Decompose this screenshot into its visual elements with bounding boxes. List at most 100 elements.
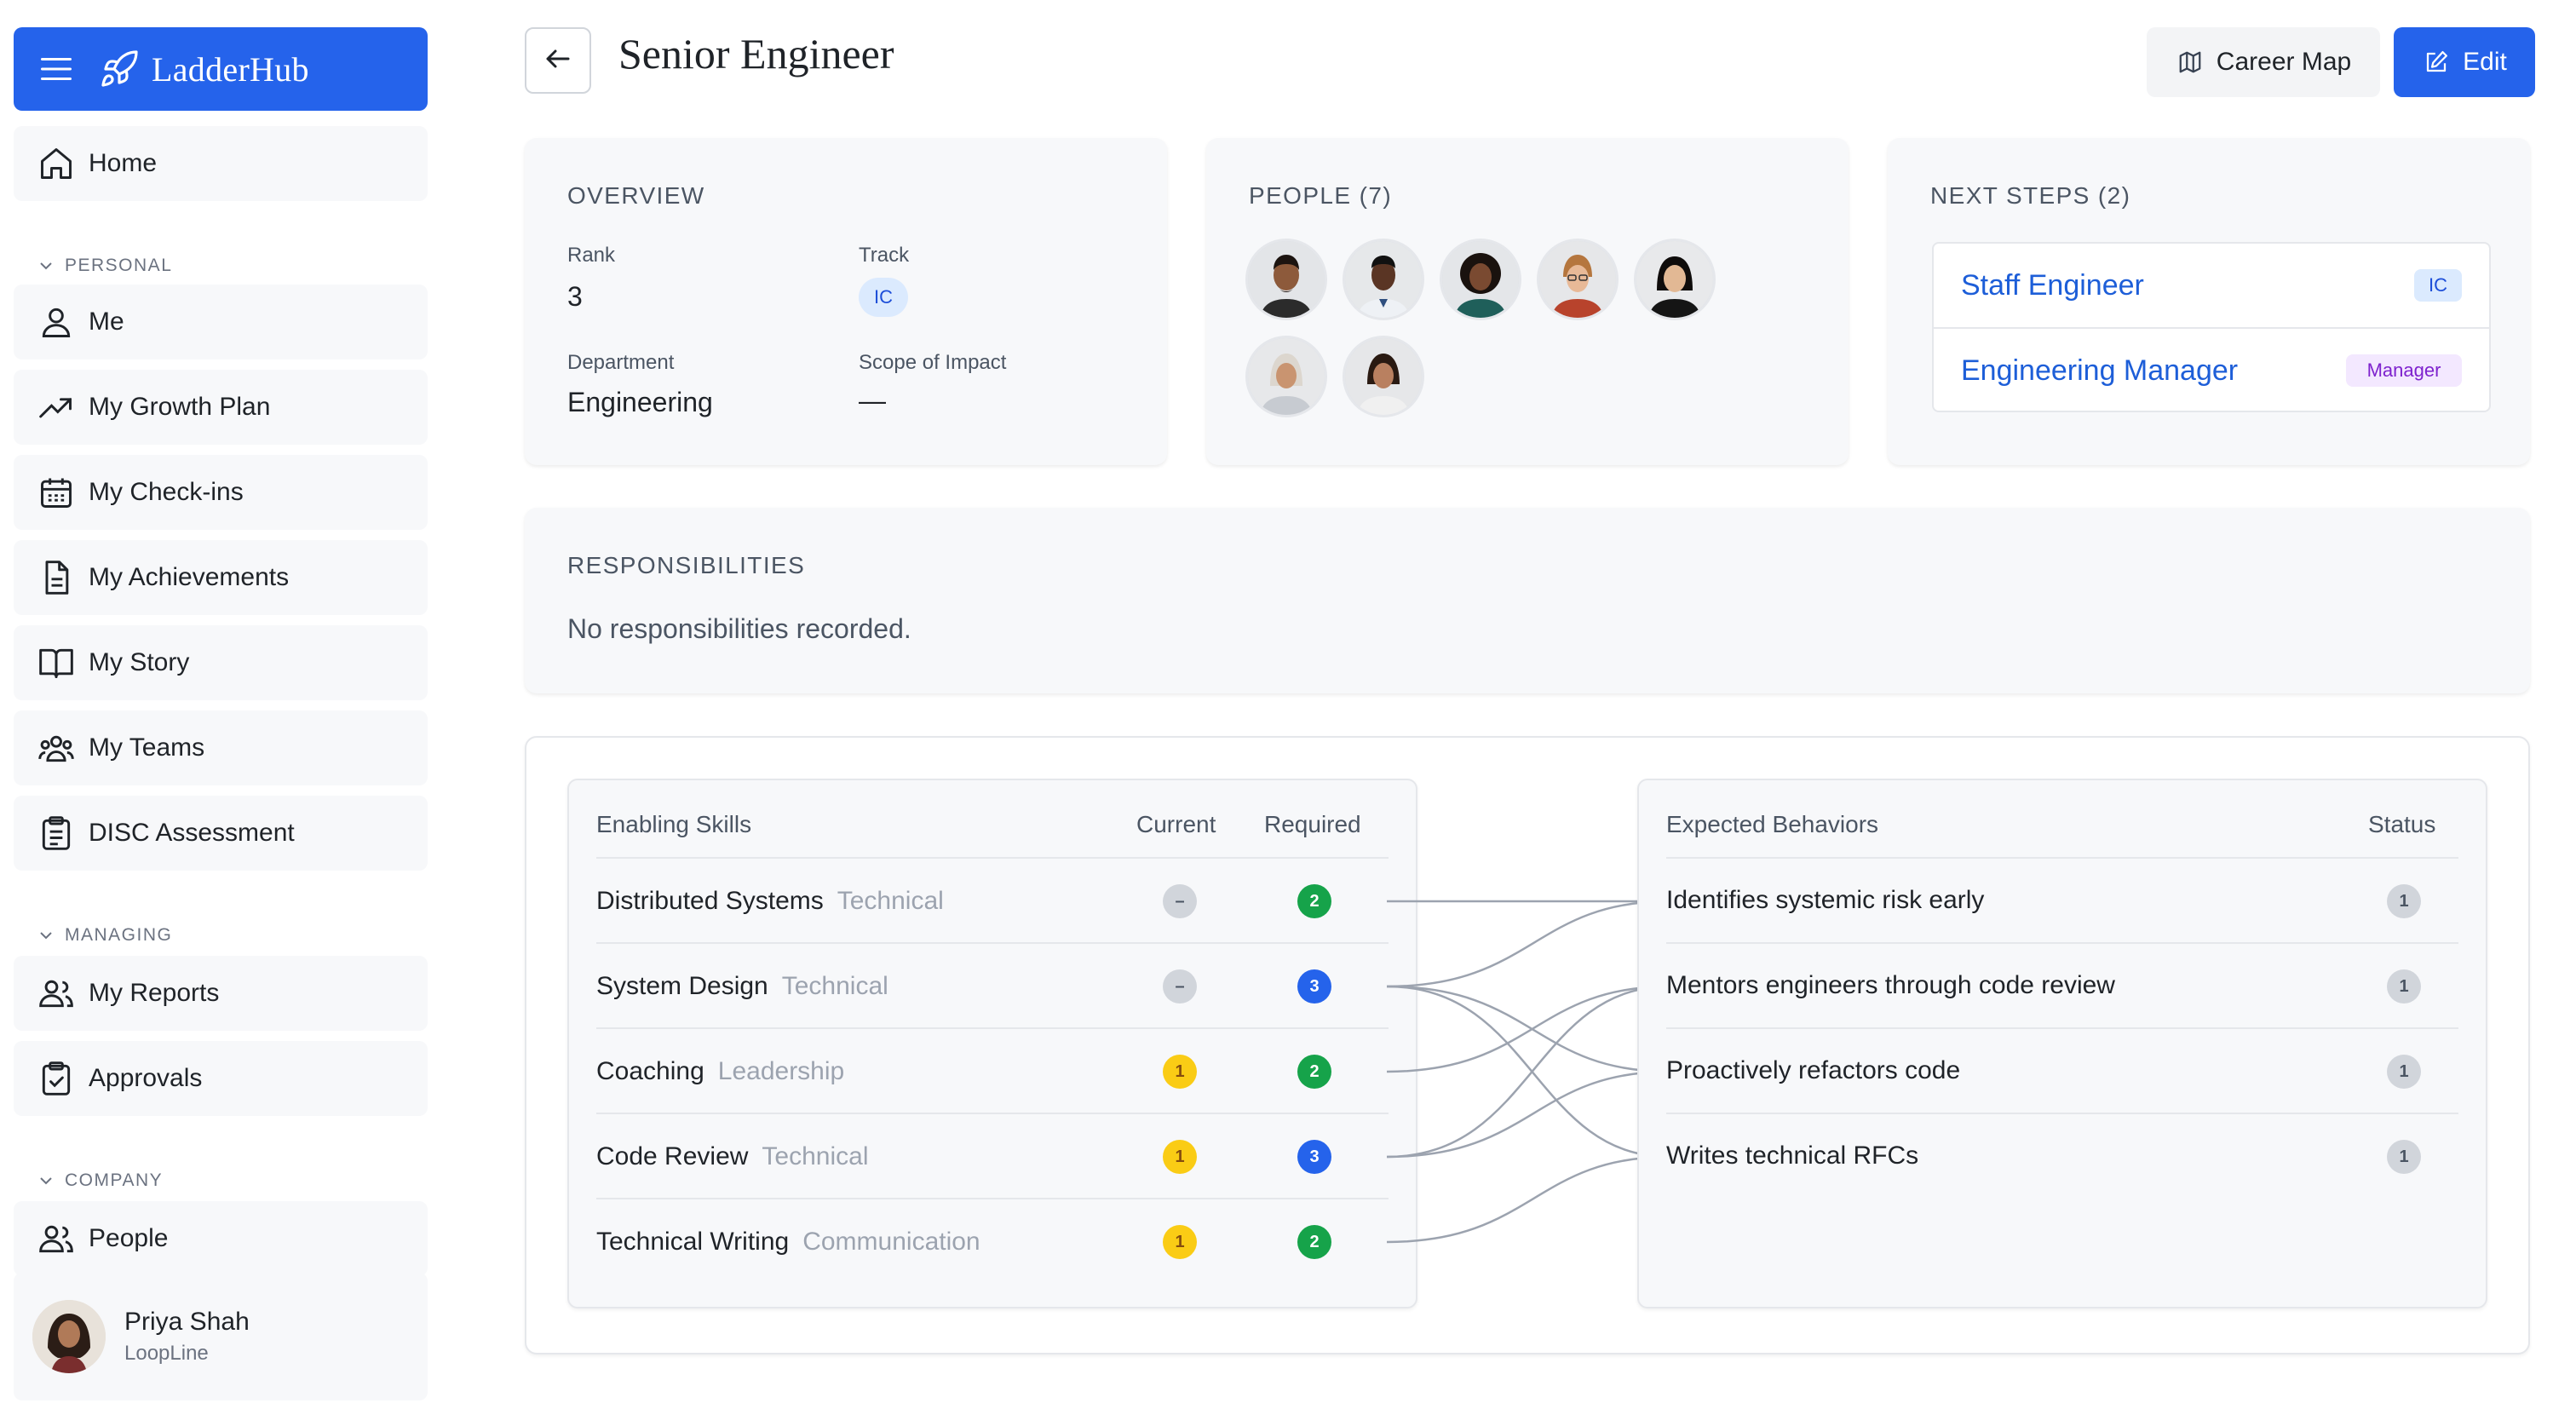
skill-category: Communication (802, 1228, 980, 1256)
section-company[interactable]: COMPANY (36, 1170, 163, 1191)
skill-required-level: 3 (1297, 969, 1331, 1004)
person-avatar[interactable] (1440, 239, 1521, 320)
page-title: Senior Engineer (618, 30, 894, 78)
skill-name: Code Review (596, 1142, 749, 1170)
section-company-label: COMPANY (65, 1170, 164, 1190)
behavior-name[interactable]: Mentors engineers through code review (1666, 971, 2115, 1000)
back-button[interactable] (525, 27, 591, 94)
book-icon (36, 642, 77, 683)
user-icon (36, 302, 77, 342)
people-card: PEOPLE (7) (1206, 138, 1849, 465)
connector (1386, 985, 1670, 1159)
menu-icon[interactable] (39, 52, 73, 86)
next-step-staff-engineer[interactable]: Staff Engineer IC (1934, 244, 2489, 327)
nav-story-label: My Story (89, 648, 190, 676)
nav-story[interactable]: My Story (14, 625, 428, 700)
user-name: Priya Shah (124, 1308, 250, 1336)
responsibilities-empty: No responsibilities recorded. (567, 613, 911, 644)
skill-required-level: 2 (1297, 884, 1331, 918)
nav-disc-assessment[interactable]: DISC Assessment (14, 796, 428, 871)
next-step-link[interactable]: Staff Engineer (1961, 269, 2144, 302)
scope-label: Scope of Impact (859, 351, 1007, 374)
connector (1386, 985, 1670, 1073)
clipboard-icon (36, 813, 77, 854)
skill-current-level: 1 (1163, 1140, 1197, 1174)
clipboard-check-icon (36, 1058, 77, 1099)
skill-current-level: 1 (1163, 1055, 1197, 1089)
nav-growth-plan[interactable]: My Growth Plan (14, 370, 428, 445)
nav-check-ins-label: My Check-ins (89, 478, 244, 506)
user-card[interactable]: Priya Shah LoopLine (14, 1273, 428, 1400)
next-step-link[interactable]: Engineering Manager (1961, 354, 2238, 388)
home-icon (36, 143, 77, 184)
skill-required-level: 3 (1297, 1140, 1331, 1174)
calendar-icon (36, 472, 77, 513)
nav-teams[interactable]: My Teams (14, 710, 428, 785)
rocket-icon (97, 47, 141, 91)
department-label: Department (567, 351, 675, 374)
behavior-status: 1 (2387, 884, 2421, 918)
section-personal[interactable]: PERSONAL (36, 256, 172, 276)
behavior-status: 1 (2387, 969, 2421, 1004)
nav-people[interactable]: People (14, 1201, 428, 1276)
behavior-name[interactable]: Proactively refactors code (1666, 1056, 1960, 1085)
users-icon (36, 973, 77, 1014)
rank-value: 3 (567, 281, 583, 312)
user-org: LoopLine (124, 1342, 209, 1365)
nav-achievements[interactable]: My Achievements (14, 540, 428, 615)
skill-row[interactable]: Coaching Leadership (596, 1029, 844, 1114)
people-title: PEOPLE (7) (1249, 182, 1393, 209)
track-label: Track (859, 244, 910, 267)
behavior-status: 1 (2387, 1055, 2421, 1089)
person-avatar[interactable] (1634, 239, 1716, 320)
behavior-name[interactable]: Writes technical RFCs (1666, 1142, 1918, 1170)
nav-teams-label: My Teams (89, 733, 205, 762)
skill-name: Technical Writing (596, 1228, 790, 1256)
divider (1666, 1027, 2458, 1029)
career-map-label: Career Map (2216, 48, 2352, 76)
person-avatar[interactable] (1245, 239, 1327, 320)
person-avatar[interactable] (1343, 336, 1424, 417)
skill-row[interactable]: Technical Writing Communication (596, 1199, 980, 1285)
behaviors-header-name: Expected Behaviors (1666, 811, 1879, 837)
sidebar: LadderHub Home PERSONAL Me My Growth Pla… (0, 0, 443, 1409)
skill-category: Technical (781, 972, 888, 1000)
nav-me-label: Me (89, 308, 124, 336)
track-badge: IC (859, 278, 908, 317)
chevron-down-icon (36, 925, 56, 946)
brand-bar[interactable]: LadderHub (14, 27, 428, 111)
person-avatar[interactable] (1245, 336, 1327, 417)
next-step-engineering-manager[interactable]: Engineering Manager Manager (1934, 329, 2489, 412)
skill-row[interactable]: System Design Technical (596, 944, 888, 1029)
section-managing-label: MANAGING (65, 925, 173, 945)
nav-approvals[interactable]: Approvals (14, 1041, 428, 1116)
behavior-name[interactable]: Identifies systemic risk early (1666, 886, 1984, 915)
edit-button[interactable]: Edit (2394, 27, 2535, 97)
behavior-status: 1 (2387, 1140, 2421, 1174)
skills-header-current: Current (1136, 811, 1216, 837)
responsibilities-card: RESPONSIBILITIES No responsibilities rec… (525, 508, 2530, 693)
nav-reports[interactable]: My Reports (14, 956, 428, 1031)
skill-row[interactable]: Code Review Technical (596, 1114, 869, 1199)
section-managing[interactable]: MANAGING (36, 925, 172, 946)
overview-title: OVERVIEW (567, 182, 705, 209)
skill-name: System Design (596, 972, 768, 1000)
scope-value: — (859, 385, 886, 416)
nav-achievements-label: My Achievements (89, 563, 290, 591)
skill-row[interactable]: Distributed Systems Technical (596, 859, 944, 944)
next-steps-title: NEXT STEPS (2) (1930, 182, 2131, 209)
skill-category: Technical (837, 887, 944, 915)
nav-home[interactable]: Home (14, 126, 428, 201)
nav-check-ins[interactable]: My Check-ins (14, 455, 428, 530)
skills-header-name: Enabling Skills (596, 811, 752, 837)
person-avatar[interactable] (1343, 239, 1424, 320)
nav-approvals-label: Approvals (89, 1064, 203, 1092)
edit-label: Edit (2463, 48, 2507, 76)
career-map-button[interactable]: Career Map (2147, 27, 2380, 97)
document-icon (36, 557, 77, 598)
trending-up-icon (36, 387, 77, 428)
nav-me[interactable]: Me (14, 285, 428, 359)
skill-current-level: – (1163, 884, 1197, 918)
person-avatar[interactable] (1537, 239, 1619, 320)
map-icon (2176, 48, 2205, 77)
